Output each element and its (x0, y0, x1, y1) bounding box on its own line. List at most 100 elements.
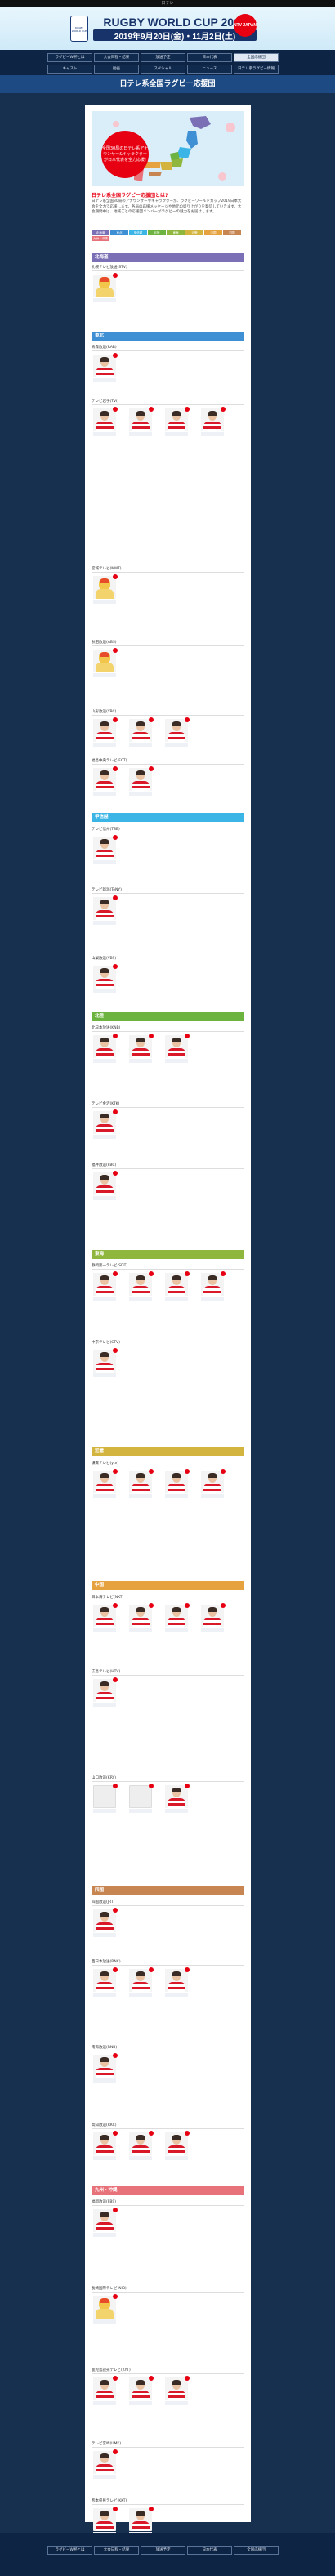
event-title: RUGBY WORLD CUP 2019 (103, 16, 247, 29)
member-card[interactable] (93, 2294, 118, 2325)
member-card[interactable] (165, 1034, 190, 1065)
member-card[interactable] (129, 1034, 154, 1065)
member-card[interactable] (93, 407, 118, 438)
region-chip[interactable]: 東北 (110, 230, 128, 235)
nav-item[interactable]: 日本代表 (187, 53, 232, 62)
member-card[interactable] (93, 1908, 118, 1939)
member-photo (93, 1273, 116, 1296)
member-card[interactable] (93, 1109, 118, 1141)
member-card[interactable] (93, 1677, 118, 1708)
member-card[interactable] (129, 407, 154, 438)
member-card[interactable] (93, 2208, 118, 2239)
station-name: 讀賣テレビ(ytv) (92, 1461, 244, 1467)
footer-item[interactable]: 日本代表 (187, 2546, 232, 2555)
nav-item[interactable]: 全国応援団 (234, 53, 279, 62)
region-chip[interactable]: 甲信越 (129, 230, 147, 235)
member-card[interactable] (201, 1469, 226, 1500)
station-name: 静岡第一テレビ(SDT) (92, 1263, 244, 1270)
member-card[interactable] (93, 2131, 118, 2162)
member-photo (129, 1035, 152, 1058)
member-photo (93, 897, 116, 920)
region-heading: 中国 (92, 1581, 244, 1590)
member-card[interactable] (93, 353, 118, 384)
member-card[interactable] (93, 574, 118, 605)
member-card[interactable] (165, 1784, 190, 1815)
member-card[interactable] (93, 717, 118, 748)
heart-icon (113, 895, 118, 900)
footer-item[interactable]: 大会日程・結果 (94, 2546, 139, 2555)
member-card[interactable] (93, 2053, 118, 2084)
region-chip[interactable]: 北陸 (148, 230, 166, 235)
footer-item[interactable]: 全国応援団 (234, 2546, 279, 2555)
footer-item[interactable]: ラグビーW杯とは (47, 2546, 92, 2555)
nav-item[interactable]: 大会日程・結果 (94, 53, 139, 62)
region-chip[interactable]: 北海道 (92, 230, 109, 235)
member-photo (165, 1273, 188, 1296)
member-card[interactable] (165, 1967, 190, 1998)
nav-item[interactable]: ラグビーW杯とは (47, 53, 92, 62)
member-card[interactable] (93, 1034, 118, 1065)
member-card[interactable] (129, 2376, 154, 2407)
member-card[interactable] (201, 1271, 226, 1302)
heart-icon (113, 353, 118, 358)
heart-icon (113, 574, 118, 579)
ntv-logo[interactable]: NTV JAPAN (234, 14, 257, 37)
member-photo (93, 837, 116, 859)
member-card[interactable] (93, 1171, 118, 1202)
member-card[interactable] (129, 766, 154, 797)
member-card[interactable] (129, 1603, 154, 1634)
member-card[interactable] (93, 964, 118, 995)
nav-item[interactable]: 放送予定 (141, 53, 185, 62)
region-chip[interactable]: 四国 (223, 230, 241, 235)
member-card[interactable] (201, 407, 226, 438)
member-card[interactable] (165, 2131, 190, 2162)
member-card[interactable] (165, 2376, 190, 2407)
member-card[interactable] (93, 1348, 118, 1379)
member-name-label (165, 1628, 188, 1632)
member-name-label (129, 1628, 152, 1632)
member-card[interactable] (93, 2449, 118, 2480)
member-card[interactable] (165, 407, 190, 438)
station-name: テレビ宮崎(UMK) (92, 2441, 244, 2448)
member-card[interactable] (129, 2131, 154, 2162)
station-name: 山口放送(KRY) (92, 1775, 244, 1782)
member-card[interactable] (93, 895, 118, 926)
nav-item[interactable]: 動画 (94, 65, 139, 74)
nav-item[interactable]: キャスト (47, 65, 92, 74)
member-card[interactable] (93, 766, 118, 797)
region-chip[interactable]: 九州・沖縄 (92, 236, 109, 241)
member-card[interactable] (93, 648, 118, 679)
member-card[interactable] (165, 717, 190, 748)
member-card[interactable] (93, 273, 118, 304)
member-card[interactable] (93, 1271, 118, 1302)
nav-item[interactable]: 日テレ系ラグビー情報 (234, 65, 279, 74)
footer-item[interactable]: 放送予定 (141, 2546, 185, 2555)
member-card[interactable] (93, 2376, 118, 2407)
member-card[interactable] (129, 1469, 154, 1500)
member-card[interactable] (129, 717, 154, 748)
member-card[interactable] (129, 1784, 154, 1815)
member-card[interactable] (93, 1469, 118, 1500)
member-name-label (129, 743, 152, 747)
member-card[interactable] (93, 1603, 118, 1634)
member-card[interactable] (129, 1967, 154, 1998)
member-card[interactable] (165, 1469, 190, 1500)
member-card[interactable] (165, 1271, 190, 1302)
region-chip[interactable]: 東海 (167, 230, 185, 235)
nav-item[interactable]: スペシャル (141, 65, 185, 74)
region-chip[interactable]: 近畿 (185, 230, 203, 235)
member-card[interactable] (93, 835, 118, 866)
member-photo (129, 408, 152, 431)
nav-item[interactable]: ニュース (187, 65, 232, 74)
region-chip[interactable]: 中国 (204, 230, 222, 235)
ntv-top-logo[interactable]: 日テレ (161, 1, 173, 6)
member-name-label (93, 921, 116, 925)
member-name-label (93, 2078, 116, 2083)
member-card[interactable] (93, 1784, 118, 1815)
member-card[interactable] (201, 1603, 226, 1634)
member-card[interactable] (165, 1603, 190, 1634)
member-card[interactable] (129, 1271, 154, 1302)
page-title: 日テレ系全国ラグビー応援団 (0, 75, 335, 93)
member-card[interactable] (93, 1967, 118, 1998)
heart-icon (113, 2053, 118, 2058)
